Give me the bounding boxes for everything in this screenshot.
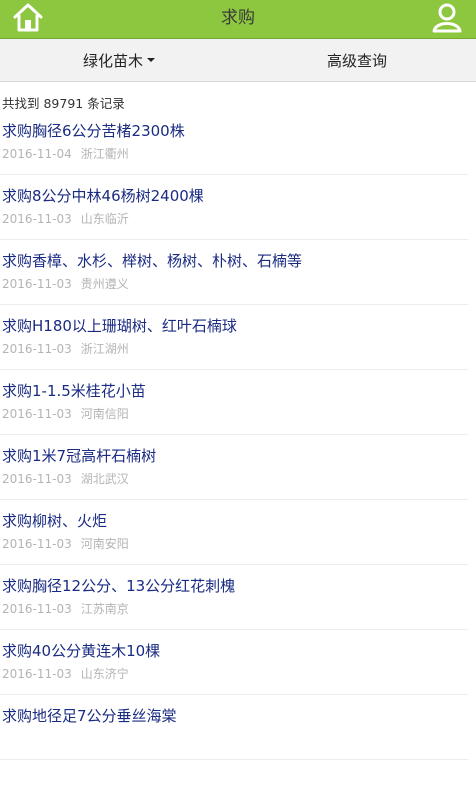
list-item[interactable]: 求购1-1.5米桂花小苗 2016-11-03 河南信阳 [0, 370, 468, 435]
item-title: 求购柳树、火炬 [2, 512, 108, 530]
item-location: 浙江衢州 [80, 147, 129, 161]
list-item[interactable]: 求购8公分中林46杨树2400棵 2016-11-03 山东临沂 [0, 175, 468, 240]
list-item[interactable]: 求购胸径12公分、13公分红花刺槐 2016-11-03 江苏南京 [0, 565, 468, 630]
list-item[interactable]: 求购香樟、水杉、榉树、杨树、朴树、石楠等 2016-11-03 贵州遵义 [0, 240, 468, 305]
list-item[interactable]: 求购柳树、火炬 2016-11-03 河南安阳 [0, 500, 468, 565]
item-date: 2016-11-03 [2, 212, 72, 226]
category-dropdown[interactable]: 绿化苗木 [0, 39, 238, 81]
item-date: 2016-11-03 [2, 537, 72, 551]
item-title: 求购胸径6公分苦楮2300株 [2, 122, 185, 140]
item-date: 2016-11-03 [2, 667, 72, 681]
item-date: 2016-11-03 [2, 277, 72, 291]
item-meta: 2016-11-03 浙江湖州 [2, 341, 468, 358]
user-icon[interactable] [430, 2, 464, 34]
list-item[interactable]: 求购1米7冠高杆石楠树 2016-11-03 湖北武汉 [0, 435, 468, 500]
page-title: 求购 [221, 8, 255, 28]
item-date: 2016-11-03 [2, 342, 72, 356]
caret-down-icon [147, 58, 155, 62]
advanced-search-label: 高级查询 [326, 51, 387, 70]
item-location: 山东临沂 [80, 212, 129, 226]
filter-bar: 绿化苗木 高级查询 [0, 39, 476, 82]
list-item[interactable]: 求购40公分黄连木10棵 2016-11-03 山东济宁 [0, 630, 468, 695]
item-date: 2016-11-03 [2, 602, 72, 616]
purchase-request-list: 求购胸径6公分苦楮2300株 2016-11-04 浙江衢州求购8公分中林46杨树2… [0, 110, 476, 760]
item-location: 山东济宁 [80, 667, 129, 681]
category-dropdown-label: 绿化苗木 [82, 51, 143, 70]
item-meta: 2016-11-03 贵州遵义 [2, 276, 468, 293]
item-date: 2016-11-04 [2, 147, 72, 161]
item-title: 求购香樟、水杉、榉树、杨树、朴树、石楠等 [2, 252, 303, 270]
item-location: 河南安阳 [80, 537, 129, 551]
result-count: 共找到 89791 条记录 [2, 96, 125, 111]
item-meta: 2016-11-03 河南安阳 [2, 536, 468, 553]
item-meta: 2016-11-03 江苏南京 [2, 601, 468, 618]
item-title: 求购1-1.5米桂花小苗 [2, 382, 146, 400]
list-item[interactable]: 求购胸径6公分苦楮2300株 2016-11-04 浙江衢州 [0, 110, 468, 175]
item-date: 2016-11-03 [2, 407, 72, 421]
item-title: 求购地径足7公分垂丝海棠 [2, 707, 177, 725]
item-location: 湖北武汉 [80, 472, 129, 486]
item-meta: 2016-11-03 湖北武汉 [2, 471, 468, 488]
item-title: 求购H180以上珊瑚树、红叶石楠球 [2, 317, 237, 335]
list-item[interactable]: 求购地径足7公分垂丝海棠 [0, 695, 468, 760]
item-meta: 2016-11-03 山东济宁 [2, 666, 468, 683]
item-date: 2016-11-03 [2, 472, 72, 486]
item-meta: 2016-11-04 浙江衢州 [2, 146, 468, 163]
item-location: 河南信阳 [80, 407, 129, 421]
item-title: 求购8公分中林46杨树2400棵 [2, 187, 204, 205]
item-title: 求购1米7冠高杆石楠树 [2, 447, 157, 465]
item-location: 浙江湖州 [80, 342, 129, 356]
item-title: 求购胸径12公分、13公分红花刺槐 [2, 577, 236, 595]
item-meta: 2016-11-03 山东临沂 [2, 211, 468, 228]
top-bar: 求购 [0, 0, 476, 39]
item-location: 江苏南京 [80, 602, 129, 616]
list-item[interactable]: 求购H180以上珊瑚树、红叶石楠球 2016-11-03 浙江湖州 [0, 305, 468, 370]
advanced-search-button[interactable]: 高级查询 [238, 39, 476, 81]
item-location: 贵州遵义 [80, 277, 129, 291]
item-meta: 2016-11-03 河南信阳 [2, 406, 468, 423]
item-title: 求购40公分黄连木10棵 [2, 642, 161, 660]
